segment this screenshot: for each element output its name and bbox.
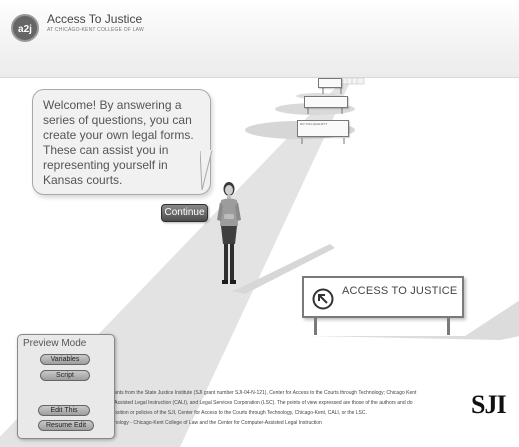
resume-edit-button[interactable]: Resume Edit — [38, 420, 94, 431]
welcome-message: Welcome! By answering a series of questi… — [43, 98, 194, 187]
sign-post-left — [314, 318, 317, 335]
app-subtitle: AT CHICAGO-KENT COLLEGE OF LAW — [47, 27, 144, 33]
road-sign-2 — [304, 96, 348, 108]
road-sign-1 — [318, 78, 342, 88]
preview-mode-panel: Preview Mode Variables Script Edit This … — [17, 334, 115, 439]
access-to-justice-sign: ACCESS TO JUSTICE — [302, 276, 464, 318]
speech-bubble: Welcome! By answering a series of questi… — [32, 89, 211, 195]
preview-mode-title: Preview Mode — [23, 338, 87, 349]
road-sign-3-label: DO YOU QUALIFY? — [300, 122, 328, 126]
continue-button[interactable]: Continue — [161, 204, 208, 222]
variables-button[interactable]: Variables — [40, 354, 90, 365]
sji-logo: SJI — [471, 390, 507, 419]
edit-this-button[interactable]: Edit This — [38, 405, 90, 416]
sign-post-right — [447, 318, 450, 335]
sign-label: ACCESS TO JUSTICE — [342, 285, 458, 297]
a2j-logo: a2j — [11, 14, 39, 42]
guide-person-illustration — [217, 182, 241, 284]
app-header: a2j Access To Justice AT CHICAGO-KENT CO… — [0, 0, 519, 78]
app-title: Access To Justice — [47, 12, 143, 26]
road-sign-3: DO YOU QUALIFY? — [297, 120, 349, 137]
script-button[interactable]: Script — [40, 370, 90, 381]
arrow-up-left-circle-icon — [312, 288, 334, 310]
